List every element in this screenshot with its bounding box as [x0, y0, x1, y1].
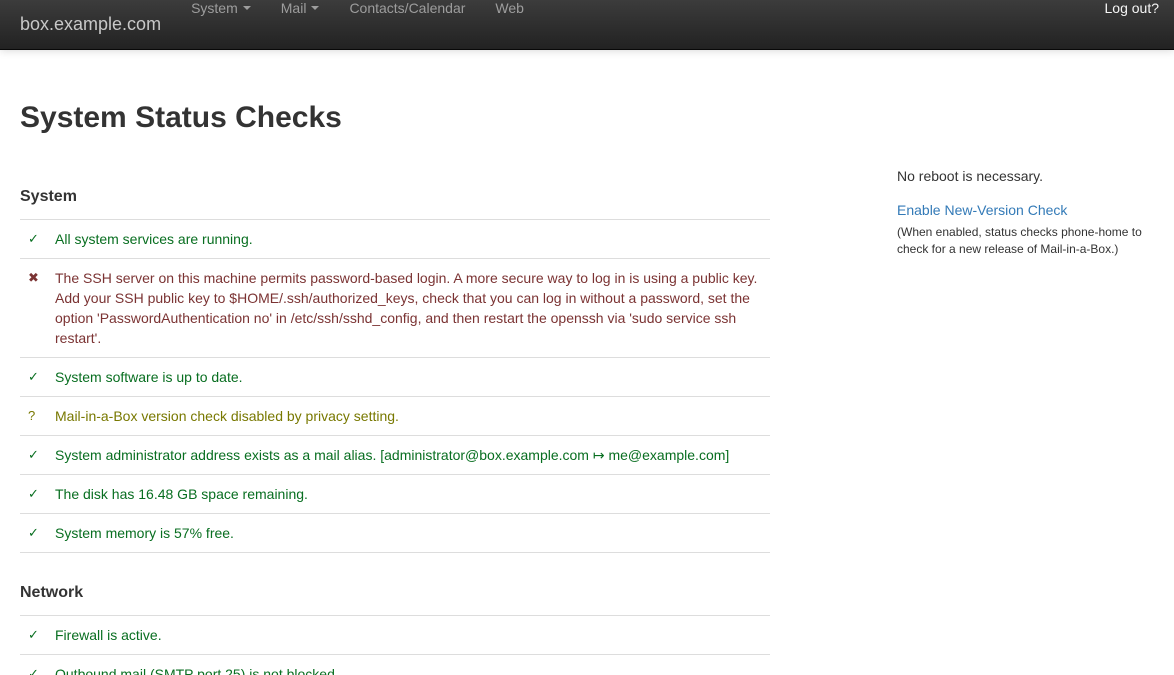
status-ok-icon: ✓ [20, 514, 55, 553]
nav-item-contacts-calendar[interactable]: Contacts/Calendar [334, 0, 480, 16]
status-check-row: ✖ The SSH server on this machine permits… [20, 259, 770, 358]
nav-item-mail[interactable]: Mail [266, 0, 335, 16]
section-heading-system: System [20, 163, 770, 220]
status-check-text: All system services are running. [55, 220, 770, 259]
status-ok-icon: ✓ [20, 616, 55, 655]
status-ok-icon: ✓ [20, 220, 55, 259]
top-navbar: box.example.com System Mail Contacts/Cal… [0, 0, 1174, 50]
section-heading-system-label: System [20, 163, 770, 219]
status-check-row: ? Mail-in-a-Box version check disabled b… [20, 397, 770, 436]
status-check-row: ✓ System administrator address exists as… [20, 436, 770, 475]
status-check-row: ✓ Firewall is active. [20, 616, 770, 655]
enable-version-check-link[interactable]: Enable New-Version Check [897, 200, 1067, 220]
page-body: System Status Checks System ✓ All system… [0, 103, 1174, 675]
status-warning-icon: ? [20, 397, 55, 436]
status-error-icon: ✖ [20, 259, 55, 358]
nav-item-web[interactable]: Web [480, 0, 539, 16]
status-ok-icon: ✓ [20, 436, 55, 475]
navbar-right: Log out? [1090, 0, 1174, 49]
navbar-menu: System Mail Contacts/Calendar Web [176, 0, 539, 49]
status-check-row: ✓ System software is up to date. [20, 358, 770, 397]
version-check-note: (When enabled, status checks phone-home … [897, 224, 1154, 258]
status-check-row: ✓ System memory is 57% free. [20, 514, 770, 553]
nav-item-system[interactable]: System [176, 0, 266, 16]
nav-item-web-label: Web [495, 0, 524, 16]
status-check-row: ✓ Outbound mail (SMTP port 25) is not bl… [20, 655, 770, 675]
nav-item-contacts-calendar-label: Contacts/Calendar [349, 0, 465, 16]
logout-link[interactable]: Log out? [1090, 0, 1174, 16]
status-check-text: System administrator address exists as a… [55, 436, 770, 475]
status-sidebar: No reboot is necessary. Enable New-Versi… [897, 103, 1154, 675]
status-check-text: The disk has 16.48 GB space remaining. [55, 475, 770, 514]
status-check-row: ✓ All system services are running. [20, 220, 770, 259]
status-check-text: Firewall is active. [55, 616, 770, 655]
chevron-down-icon [311, 6, 319, 10]
status-check-text: The SSH server on this machine permits p… [55, 259, 770, 358]
nav-item-mail-label: Mail [281, 0, 307, 16]
status-ok-icon: ✓ [20, 475, 55, 514]
reboot-status: No reboot is necessary. [897, 166, 1154, 186]
status-check-text: System memory is 57% free. [55, 514, 770, 553]
status-checks-table: System ✓ All system services are running… [20, 163, 770, 675]
status-check-text: Outbound mail (SMTP port 25) is not bloc… [55, 655, 770, 675]
status-ok-icon: ✓ [20, 358, 55, 397]
page-title: System Status Checks [20, 103, 770, 133]
navbar-brand[interactable]: box.example.com [0, 0, 176, 49]
status-ok-icon: ✓ [20, 655, 55, 675]
status-checks-panel: System Status Checks System ✓ All system… [20, 103, 770, 675]
nav-item-system-label: System [191, 0, 238, 16]
status-check-row: ✓ The disk has 16.48 GB space remaining. [20, 475, 770, 514]
chevron-down-icon [243, 6, 251, 10]
status-check-text: System software is up to date. [55, 358, 770, 397]
status-check-text: Mail-in-a-Box version check disabled by … [55, 397, 770, 436]
section-heading-network-label: Network [20, 553, 770, 615]
section-heading-network: Network [20, 553, 770, 616]
